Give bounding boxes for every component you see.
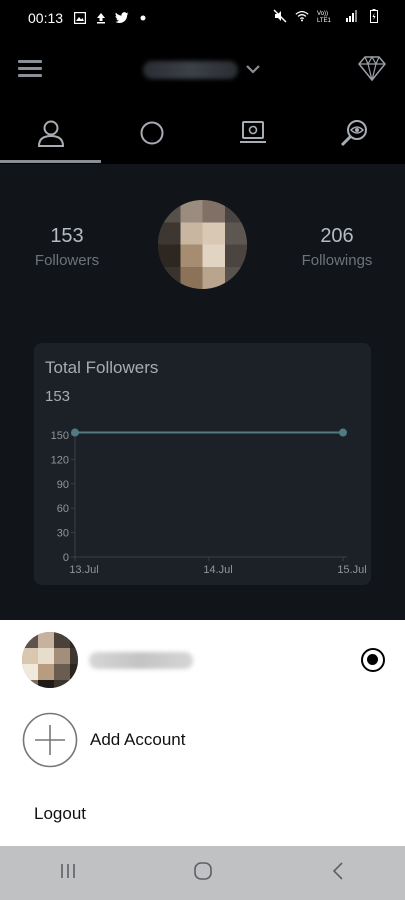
account-name-blurred: [89, 652, 193, 669]
followings-label: Followings: [301, 252, 373, 269]
svg-text:Vo)): Vo)): [317, 11, 328, 17]
followings-count: 206: [320, 225, 354, 247]
svg-text:LTE1: LTE1: [317, 18, 332, 23]
dot-icon: [136, 11, 150, 25]
profile-icon: [36, 118, 66, 153]
app-header: [0, 36, 405, 106]
x-tick-label: 15.Jul: [337, 564, 366, 576]
battery-icon: [367, 9, 381, 23]
recent-apps-button[interactable]: [0, 846, 135, 900]
diamond-icon[interactable]: [356, 52, 388, 84]
status-bar: 00:13 Vo)) LTE1: [0, 0, 405, 36]
profile-content: 153 Followers 206 Followings Total Follo…: [0, 164, 405, 620]
add-icon: [22, 712, 78, 768]
followings-stat[interactable]: 206 Followings: [277, 225, 397, 269]
data-point: [71, 428, 79, 437]
tab-account-insights[interactable]: [203, 106, 304, 164]
tab-profile[interactable]: [0, 106, 101, 164]
account-avatar: [22, 632, 78, 688]
y-tick-label: 90: [57, 479, 69, 491]
home-icon: [192, 860, 214, 887]
followers-count: 153: [50, 225, 84, 247]
total-followers-card[interactable]: Total Followers 153 0 30 60 90 120 150 13.Jul 1…: [34, 343, 371, 585]
account-name-blurred[interactable]: [143, 61, 238, 79]
image-icon: [73, 11, 87, 25]
back-button[interactable]: [270, 846, 405, 900]
account-switcher-sheet: Add Account Logout: [0, 620, 405, 846]
add-account-label: Add Account: [90, 730, 186, 749]
system-nav-bar: [0, 846, 405, 900]
account-row-current[interactable]: [0, 628, 405, 694]
y-tick-label: 0: [63, 552, 69, 564]
tab-profile-viewers[interactable]: [304, 106, 405, 164]
upload-icon: [94, 11, 108, 25]
followers-label: Followers: [34, 252, 100, 269]
x-tick-label: 13.Jul: [69, 564, 98, 576]
circle-icon: [139, 120, 165, 151]
x-tick-label: 14.Jul: [203, 564, 232, 576]
laptop-account-icon: [238, 120, 268, 151]
recent-apps-icon: [58, 862, 78, 885]
followers-line-chart: 0 30 60 90 120 150 13.Jul 14.Jul 15.Jul: [51, 428, 367, 576]
followers-stat[interactable]: 153 Followers: [7, 225, 127, 269]
search-eye-icon: [339, 118, 369, 153]
status-time: 00:13: [28, 10, 64, 26]
add-account-row[interactable]: Add Account: [0, 710, 405, 770]
data-point: [339, 428, 347, 437]
signal-icon: [345, 9, 359, 23]
home-button[interactable]: [135, 846, 270, 900]
active-tab-indicator: [0, 160, 101, 163]
y-tick-label: 30: [57, 528, 69, 540]
y-tick-label: 60: [57, 503, 69, 515]
tab-stories[interactable]: [101, 106, 202, 164]
volte-icon: Vo)) LTE1: [317, 9, 337, 23]
status-system-icons: Vo)) LTE1: [273, 9, 381, 23]
wifi-icon: [295, 9, 309, 23]
y-tick-label: 150: [51, 430, 69, 442]
status-notification-icons: [73, 11, 150, 25]
account-selected-radio[interactable]: [361, 648, 385, 672]
twitter-icon: [115, 11, 129, 25]
mute-icon: [273, 9, 287, 23]
y-tick-label: 120: [51, 454, 69, 466]
logout-button[interactable]: Logout: [34, 804, 86, 824]
tab-bar: [0, 106, 405, 164]
profile-avatar[interactable]: [158, 200, 247, 289]
chevron-down-icon[interactable]: [244, 62, 262, 76]
back-icon: [330, 861, 346, 886]
hamburger-icon[interactable]: [18, 60, 42, 78]
